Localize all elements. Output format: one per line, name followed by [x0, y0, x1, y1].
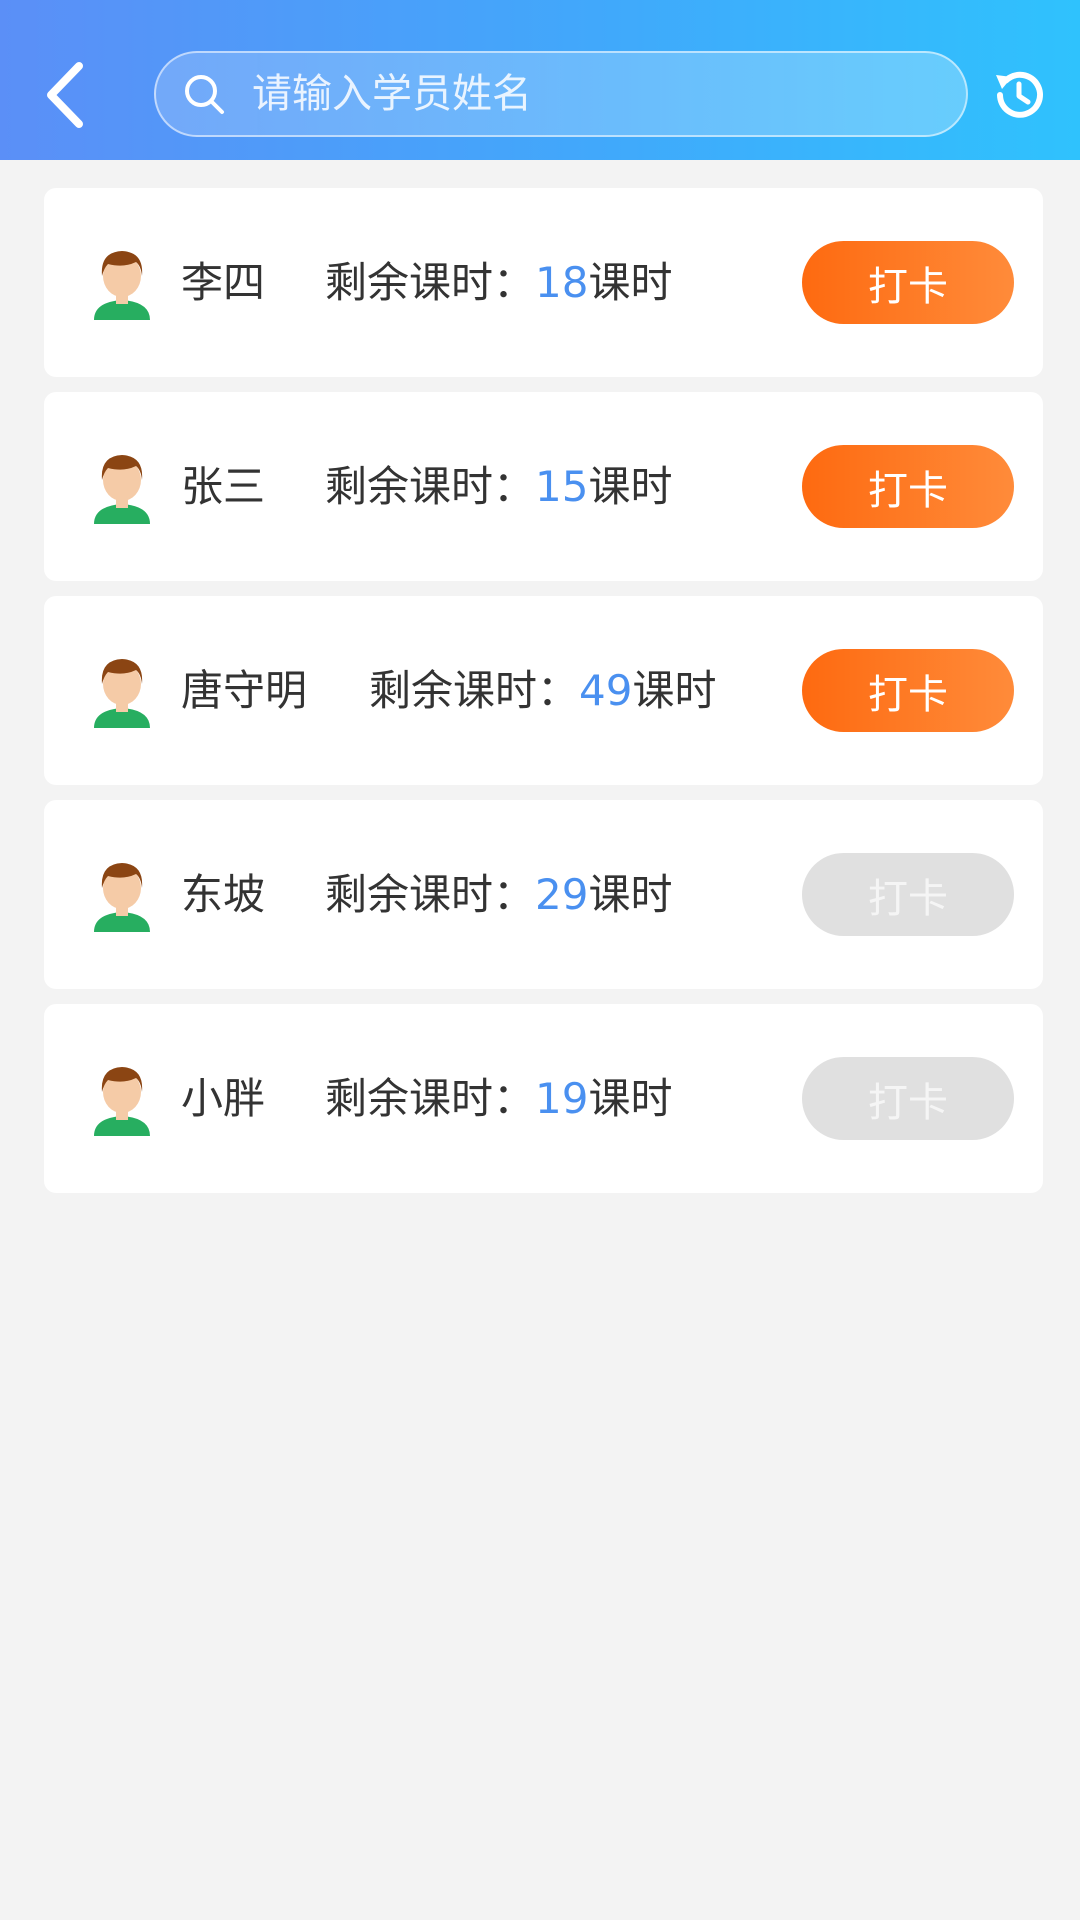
- student-card: 小胖 剩余课时：19课时 打卡: [44, 1004, 1043, 1193]
- remaining-hours-unit: 课时: [588, 870, 673, 919]
- student-avatar-icon: [94, 1067, 150, 1136]
- remaining-hours-value: 29: [535, 870, 589, 919]
- back-button[interactable]: [30, 50, 100, 140]
- remaining-hours: 剩余课时：19课时: [325, 1004, 672, 1193]
- history-icon: [996, 71, 1043, 118]
- check-in-button[interactable]: 打卡: [802, 853, 1014, 936]
- student-name: 东坡: [181, 870, 266, 919]
- student-avatar-icon: [94, 863, 150, 932]
- student-list: 李四 剩余课时：18课时 打卡 张三 剩余课时：15课时 打卡 唐守明 剩余课时…: [44, 188, 1043, 1208]
- check-in-button[interactable]: 打卡: [802, 241, 1014, 324]
- remaining-hours: 剩余课时：49课时: [369, 596, 716, 785]
- remaining-hours-unit: 课时: [588, 1074, 673, 1123]
- remaining-hours-label: 剩余课时：: [369, 666, 580, 715]
- remaining-hours: 剩余课时：18课时: [325, 188, 672, 377]
- student-card: 东坡 剩余课时：29课时 打卡: [44, 800, 1043, 989]
- remaining-hours-unit: 课时: [588, 258, 673, 307]
- remaining-hours-label: 剩余课时：: [325, 870, 536, 919]
- student-avatar-icon: [94, 251, 150, 320]
- student-name: 张三: [181, 462, 266, 511]
- remaining-hours-value: 19: [535, 1074, 589, 1123]
- remaining-hours-label: 剩余课时：: [325, 258, 536, 307]
- top-bar: [0, 0, 1080, 160]
- check-in-button[interactable]: 打卡: [802, 649, 1014, 732]
- history-button[interactable]: [986, 63, 1050, 127]
- remaining-hours-value: 15: [535, 462, 589, 511]
- search-icon: [180, 70, 228, 118]
- student-avatar-icon: [94, 455, 150, 524]
- check-in-button[interactable]: 打卡: [802, 1057, 1014, 1140]
- check-in-button[interactable]: 打卡: [802, 445, 1014, 528]
- remaining-hours: 剩余课时：29课时: [325, 800, 672, 989]
- search-bar[interactable]: [154, 51, 968, 137]
- remaining-hours-value: 49: [579, 666, 633, 715]
- remaining-hours-label: 剩余课时：: [325, 462, 536, 511]
- student-avatar-icon: [94, 659, 150, 728]
- student-name: 小胖: [181, 1074, 266, 1123]
- remaining-hours-unit: 课时: [632, 666, 717, 715]
- student-card: 张三 剩余课时：15课时 打卡: [44, 392, 1043, 581]
- student-name: 李四: [181, 258, 266, 307]
- student-card: 李四 剩余课时：18课时 打卡: [44, 188, 1043, 377]
- remaining-hours-label: 剩余课时：: [325, 1074, 536, 1123]
- search-input[interactable]: [250, 70, 934, 118]
- student-name: 唐守明: [181, 666, 308, 715]
- remaining-hours: 剩余课时：15课时: [325, 392, 672, 581]
- student-card: 唐守明 剩余课时：49课时 打卡: [44, 596, 1043, 785]
- chevron-left-icon: [47, 62, 83, 128]
- remaining-hours-value: 18: [535, 258, 589, 307]
- remaining-hours-unit: 课时: [588, 462, 673, 511]
